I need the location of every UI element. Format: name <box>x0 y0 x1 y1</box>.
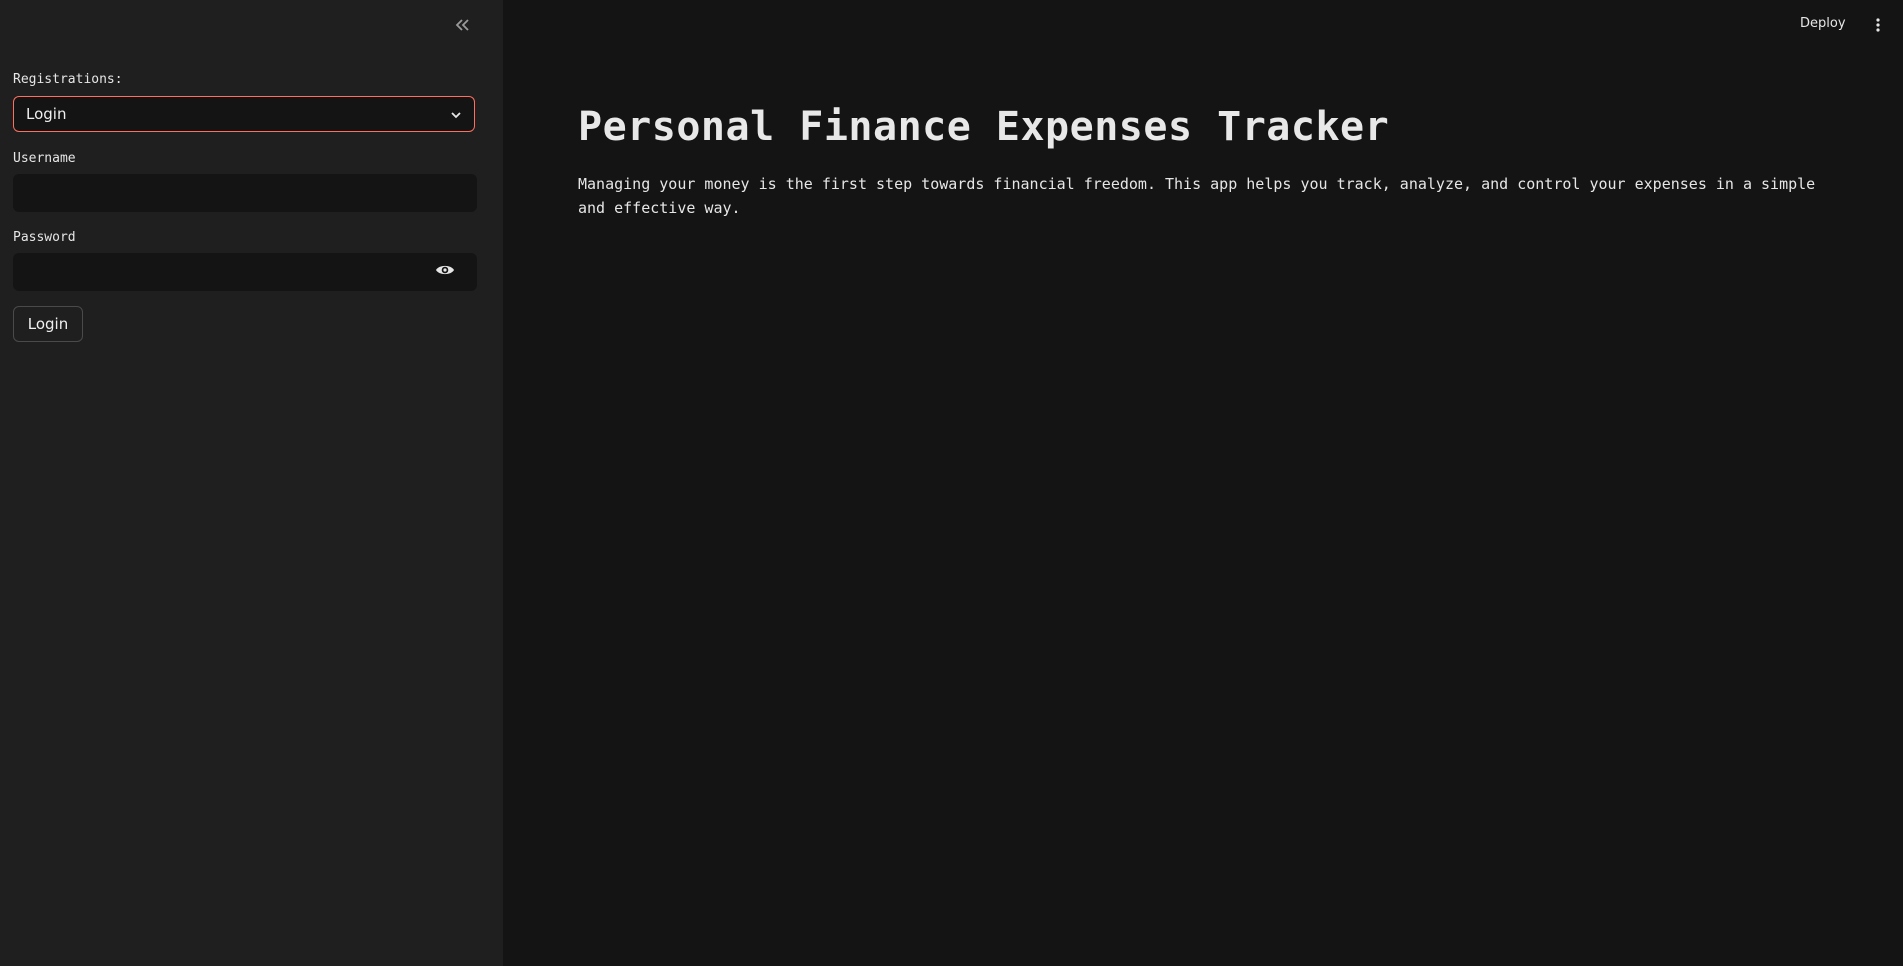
page-description: Managing your money is the first step to… <box>578 175 1816 217</box>
eye-icon <box>435 262 455 281</box>
password-label: Password <box>13 230 76 245</box>
collapse-sidebar-button[interactable] <box>449 14 475 38</box>
page-title: Personal Finance Expenses Tracker <box>578 104 1390 150</box>
app-root: Registrations: Login Username Password L <box>0 0 1903 966</box>
registrations-label: Registrations: <box>13 72 123 87</box>
password-input[interactable] <box>13 253 477 291</box>
vertical-ellipsis-icon <box>1876 17 1880 36</box>
chevron-down-icon <box>450 105 462 123</box>
double-chevron-left-icon <box>454 17 470 36</box>
deploy-button[interactable]: Deploy <box>1800 16 1846 31</box>
registrations-select-value: Login <box>26 105 67 123</box>
sidebar: Registrations: Login Username Password L <box>0 0 503 966</box>
main-menu-button[interactable] <box>1869 16 1887 36</box>
toggle-password-visibility-button[interactable] <box>431 261 459 281</box>
username-label: Username <box>13 151 76 166</box>
login-button[interactable]: Login <box>13 306 83 342</box>
username-input[interactable] <box>13 174 477 212</box>
registrations-select[interactable]: Login <box>13 96 475 132</box>
